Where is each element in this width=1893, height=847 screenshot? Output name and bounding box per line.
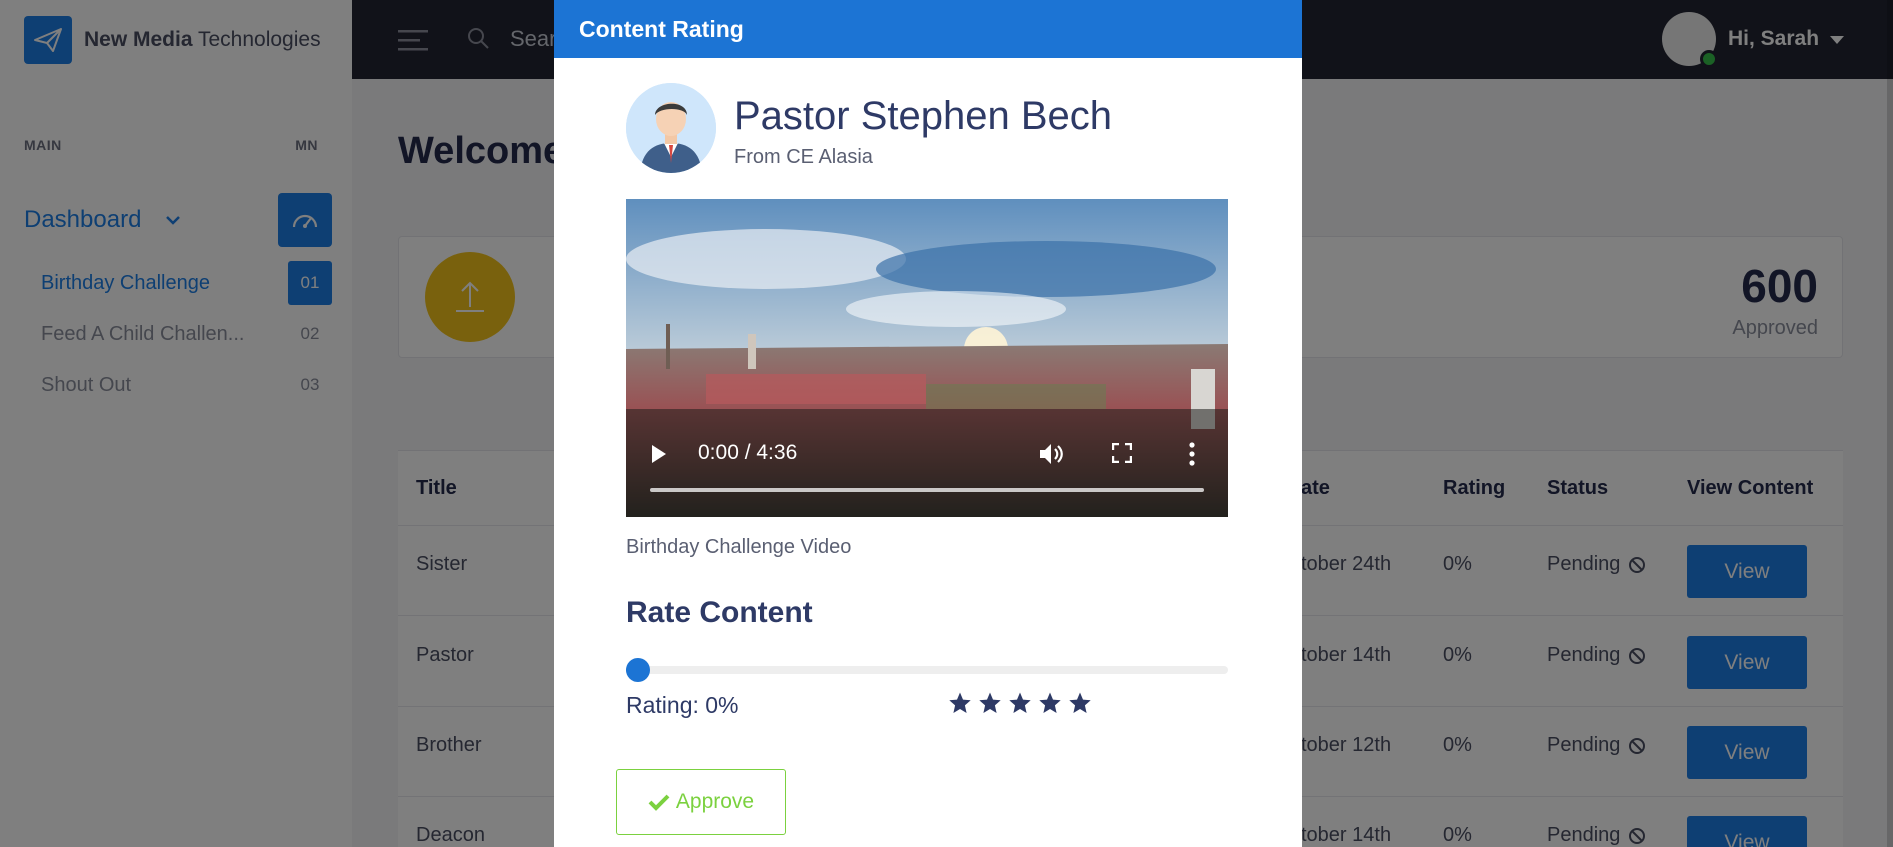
volume-icon[interactable] [1038, 441, 1064, 467]
profile-avatar [626, 83, 716, 173]
modal-header: Content Rating [554, 0, 1302, 58]
profile-origin: From CE Alasia [734, 146, 873, 168]
video-progress-bar[interactable] [650, 488, 1204, 492]
star-icon[interactable] [1038, 691, 1062, 715]
more-options-icon[interactable] [1188, 441, 1196, 467]
video-caption: Birthday Challenge Video [626, 536, 852, 558]
content-rating-modal: Content Rating Pastor Stephen Bech From … [554, 0, 1302, 847]
fullscreen-icon[interactable] [1112, 443, 1132, 463]
check-icon [648, 794, 670, 811]
approve-button[interactable]: Approve [616, 769, 786, 835]
star-icon[interactable] [948, 691, 972, 715]
star-icon[interactable] [1008, 691, 1032, 715]
video-time: 0:00 / 4:36 [698, 441, 798, 464]
rating-slider-handle[interactable] [626, 658, 650, 682]
person-icon [626, 83, 716, 173]
profile-name: Pastor Stephen Bech [734, 94, 1113, 138]
star-rating [948, 691, 1092, 715]
rating-value: Rating: 0% [626, 692, 739, 718]
rating-slider[interactable] [626, 658, 1228, 682]
video-player[interactable]: 0:00 / 4:36 [626, 199, 1228, 517]
scrollbar[interactable] [1887, 0, 1893, 847]
play-icon[interactable] [650, 443, 668, 465]
star-icon[interactable] [978, 691, 1002, 715]
star-icon[interactable] [1068, 691, 1092, 715]
modal-title: Content Rating [579, 15, 744, 42]
rate-content-heading: Rate Content [626, 596, 813, 629]
video-controls: 0:00 / 4:36 [626, 407, 1228, 517]
